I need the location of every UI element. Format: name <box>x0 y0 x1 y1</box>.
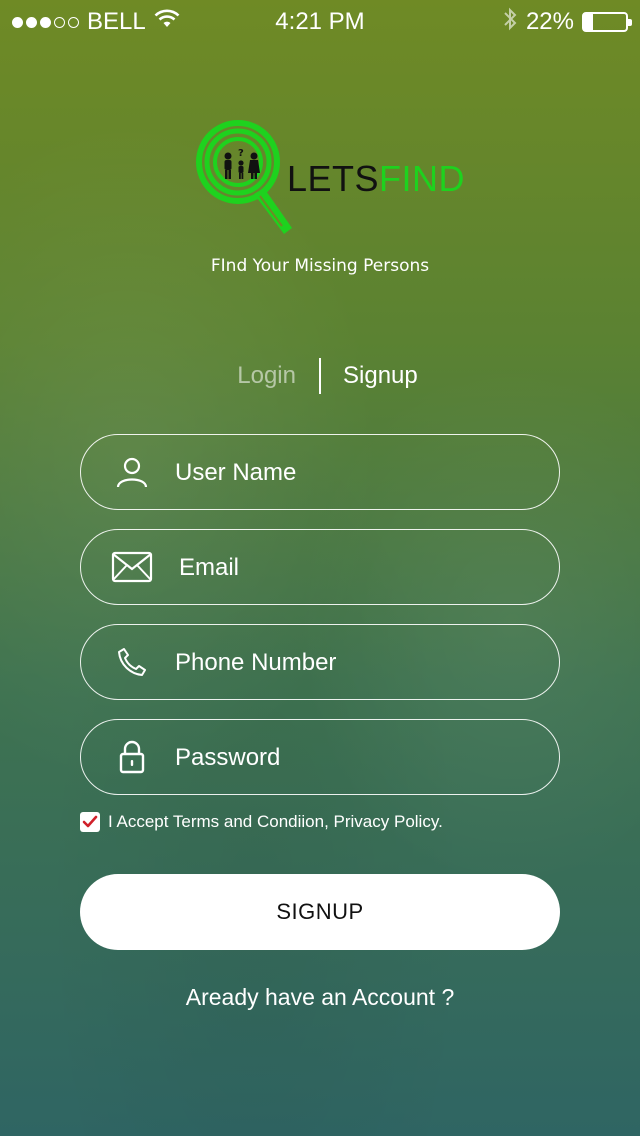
battery-icon <box>582 12 632 32</box>
phone-field[interactable] <box>80 624 560 700</box>
password-input[interactable] <box>175 738 535 778</box>
status-right: 22% <box>502 7 632 38</box>
wifi-icon <box>154 8 180 36</box>
signup-button[interactable]: SIGNUP <box>80 874 560 950</box>
signal-dot <box>68 16 79 28</box>
tab-signup[interactable]: Signup <box>343 362 418 390</box>
username-input[interactable] <box>175 453 535 493</box>
logo-text-find: FIND <box>379 158 466 199</box>
tab-divider <box>319 358 321 394</box>
battery-fill <box>584 14 594 30</box>
username-field[interactable] <box>80 434 560 510</box>
checkmark-icon <box>82 815 98 828</box>
email-field[interactable] <box>80 529 560 605</box>
svg-text:?: ? <box>238 148 244 159</box>
phone-input[interactable] <box>175 643 535 683</box>
app-logo: ? LETSFIND <box>196 118 465 240</box>
battery-percent: 22% <box>525 8 574 35</box>
signal-dot <box>12 16 23 28</box>
carrier-name: BELL <box>87 8 146 35</box>
signal-strength <box>12 16 79 28</box>
logo-text-lets: LETS <box>287 158 380 199</box>
logo-wordmark: LETSFIND <box>287 158 465 200</box>
envelope-icon <box>109 547 155 587</box>
status-bar: BELL 4:21 PM 22% <box>0 0 640 44</box>
user-icon <box>109 452 155 492</box>
terms-checkbox[interactable] <box>80 812 100 832</box>
signal-dot <box>54 16 65 28</box>
password-field[interactable] <box>80 719 560 795</box>
terms-label[interactable]: I Accept Terms and Condiion, Privacy Pol… <box>108 812 443 832</box>
signal-dot <box>40 16 51 28</box>
tagline: FInd Your Missing Persons <box>210 256 430 276</box>
terms-row: I Accept Terms and Condiion, Privacy Pol… <box>80 812 443 832</box>
have-account-link[interactable]: Aready have an Account ? <box>0 984 640 1011</box>
email-input[interactable] <box>179 548 535 588</box>
status-left: BELL <box>12 8 180 36</box>
auth-tabs: Login Signup <box>0 356 640 396</box>
lock-icon <box>109 737 155 777</box>
phone-icon <box>109 642 155 682</box>
signal-dot <box>26 16 37 28</box>
tab-login[interactable]: Login <box>237 362 296 390</box>
bluetooth-icon <box>502 7 518 38</box>
